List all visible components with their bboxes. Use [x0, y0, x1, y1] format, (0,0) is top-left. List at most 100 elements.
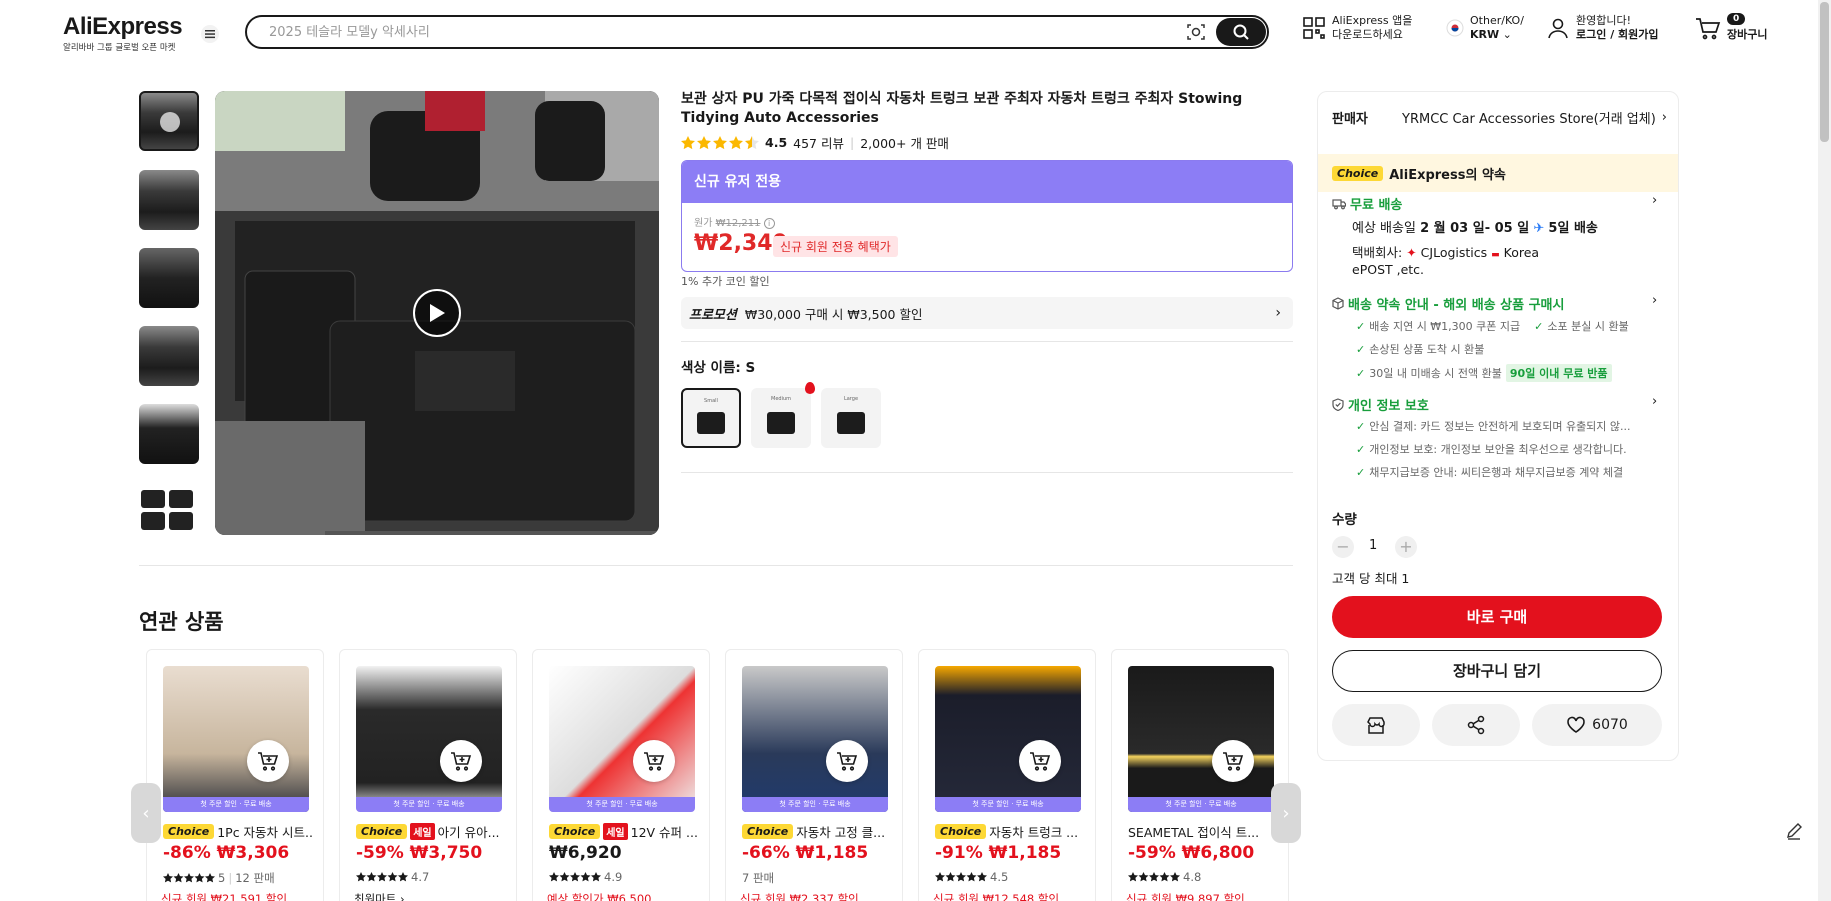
privacy-item: ✓ 안심 결제: 카드 정보는 안전하게 보호되며 유출되지 않...: [1356, 419, 1631, 434]
search-input[interactable]: [269, 22, 1149, 42]
privacy-title[interactable]: 개인 정보 보호: [1332, 395, 1429, 414]
sku-option-medium[interactable]: Medium: [751, 382, 815, 448]
welcome-text: 환영합니다!: [1576, 14, 1632, 27]
product-thumbnail[interactable]: 첫 주문 할인 · 무료 배송: [1128, 666, 1274, 812]
product-thumbnail[interactable]: 첫 주문 할인 · 무료 배송: [935, 666, 1081, 812]
purchase-limit: 고객 당 최대 1: [1332, 571, 1410, 586]
camera-search-icon[interactable]: [1186, 22, 1206, 42]
thumbnail-image[interactable]: [139, 170, 199, 230]
chevron-right-icon: ›: [1661, 110, 1667, 125]
related-product-card[interactable]: 첫 주문 할인 · 무료 배송 Choice 세일 12V 슈퍼 ... ₩6,…: [532, 649, 710, 901]
edit-icon: [1787, 823, 1802, 840]
product-name[interactable]: SEAMETAL 접이식 트...: [1128, 822, 1278, 841]
choice-badge: Choice: [742, 824, 794, 839]
related-product-card[interactable]: 첫 주문 할인 · 무료 배송 Choice 자동차 고정 클... -66% …: [725, 649, 903, 901]
related-product-card[interactable]: 첫 주문 할인 · 무료 배송 SEAMETAL 접이식 트... -59% ₩…: [1111, 649, 1289, 901]
divider: [139, 565, 1293, 566]
thumbnail-image[interactable]: [139, 248, 199, 308]
rating-row[interactable]: 4.5 457 리뷰 | 2,000+ 개 판매: [681, 133, 949, 152]
share-button[interactable]: [1432, 704, 1520, 746]
original-price: 원가 ₩12,211 i: [694, 214, 775, 229]
product-name[interactable]: Choice 세일 12V 슈퍼 ...: [549, 822, 699, 841]
add-to-cart-button[interactable]: 장바구니 담기: [1332, 650, 1662, 692]
thumbnail-image[interactable]: [139, 404, 199, 464]
chevron-right-icon[interactable]: ›: [1652, 394, 1657, 409]
chevron-right-icon[interactable]: ›: [1652, 293, 1657, 308]
product-name[interactable]: Choice 세일 아기 유아...: [356, 822, 506, 841]
add-to-cart-icon[interactable]: [633, 740, 675, 782]
product-thumbnail[interactable]: 첫 주문 할인 · 무료 배송: [549, 666, 695, 812]
play-video-button[interactable]: [413, 289, 461, 337]
carousel-next-button[interactable]: ›: [1271, 783, 1301, 843]
info-icon[interactable]: i: [763, 217, 775, 229]
product-thumbnail[interactable]: 첫 주문 할인 · 무료 배송: [742, 666, 888, 812]
color-label: 색상 이름: S: [681, 360, 756, 376]
promo-banner: 첫 주문 할인 · 무료 배송: [935, 797, 1081, 812]
carousel-prev-button[interactable]: ‹: [131, 783, 161, 843]
seller-name[interactable]: YRMCC Car Accessories Store(거래 업체): [1402, 108, 1656, 127]
free-shipping-title[interactable]: 무료 배송: [1332, 194, 1402, 213]
add-to-cart-icon[interactable]: [826, 740, 868, 782]
add-to-cart-icon[interactable]: [1212, 740, 1254, 782]
delivery-guarantee-title[interactable]: 배송 약속 안내 - 해외 배송 상품 구매시: [1332, 294, 1564, 313]
wishlist-button[interactable]: 6070: [1532, 704, 1662, 746]
cart-count: 0: [1727, 13, 1746, 25]
shield-icon: [1332, 398, 1344, 411]
thumbnail-image[interactable]: [139, 326, 199, 386]
product-name[interactable]: Choice 자동차 고정 클...: [742, 822, 892, 841]
product-thumbnail[interactable]: 첫 주문 할인 · 무료 배송: [356, 666, 502, 812]
scrollbar-thumb[interactable]: [1820, 2, 1829, 142]
quantity-decrease-button[interactable]: −: [1332, 536, 1354, 558]
cart-icon: [1696, 18, 1721, 40]
related-product-card[interactable]: 첫 주문 할인 · 무료 배송 Choice 자동차 트렁크 ... -91% …: [918, 649, 1096, 901]
thumbnail-image[interactable]: [139, 482, 199, 536]
login-link[interactable]: 로그인 / 회원가입: [1576, 28, 1659, 41]
review-count[interactable]: 457 리뷰: [793, 133, 844, 152]
promo-banner: 첫 주문 할인 · 무료 배송: [163, 797, 309, 812]
qr-code-icon: [1303, 17, 1325, 39]
account[interactable]: 환영합니다! 로그인 / 회원가입: [1546, 14, 1659, 42]
add-to-cart-icon[interactable]: [440, 740, 482, 782]
promo-banner: 첫 주문 할인 · 무료 배송: [549, 797, 695, 812]
related-product-card[interactable]: 첫 주문 할인 · 무료 배송 Choice 세일 아기 유아... -59% …: [339, 649, 517, 901]
app-download[interactable]: AliExpress 앱을 다운로드하세요: [1302, 14, 1424, 42]
sku-option-small[interactable]: Small: [681, 388, 741, 448]
product-name[interactable]: Choice 자동차 트렁크 ...: [935, 822, 1085, 841]
korea-flag-icon: [1446, 19, 1464, 37]
product-price: -91% ₩1,185: [935, 843, 1062, 863]
main-product-image[interactable]: [215, 91, 659, 535]
quantity-value[interactable]: 1: [1369, 538, 1377, 553]
cart[interactable]: 0 장바구니: [1695, 13, 1767, 42]
promotion-row[interactable]: 프로모션 ₩30,000 구매 시 ₩3,500 할인 ›: [681, 297, 1293, 329]
menu-icon[interactable]: [200, 24, 220, 44]
choice-badge: Choice: [356, 824, 408, 839]
product-subtext: 예상 할인가 ₩6,500: [547, 892, 652, 901]
store-icon: [1367, 717, 1385, 734]
related-product-card[interactable]: 첫 주문 할인 · 무료 배송 Choice 1Pc 자동차 시트... -86…: [146, 649, 324, 901]
choice-badge: Choice: [549, 824, 601, 839]
chevron-right-icon[interactable]: ›: [1652, 193, 1657, 208]
star-rating: [935, 872, 987, 882]
add-to-cart-icon[interactable]: [247, 740, 289, 782]
product-price: -66% ₩1,185: [742, 843, 869, 863]
product-name[interactable]: Choice 1Pc 자동차 시트...: [163, 822, 313, 841]
seller-row[interactable]: 판매자 YRMCC Car Accessories Store(거래 업체) ›: [1332, 108, 1667, 127]
aliexpress-logo[interactable]: AliExpress 알리바바 그룹 글로벌 오픈 마켓: [63, 14, 183, 54]
privacy-item: ✓ 개인정보 보호: 개인정보 보안을 최우선으로 생각합니다.: [1356, 442, 1627, 457]
product-thumbnail[interactable]: 첫 주문 할인 · 무료 배송: [163, 666, 309, 812]
product-price: -59% ₩3,750: [356, 843, 483, 863]
region-text: Other/KO/: [1470, 14, 1524, 27]
choice-badge: Choice: [163, 824, 215, 839]
region-selector[interactable]: Other/KO/KRW ⌄: [1446, 14, 1524, 42]
quantity-increase-button[interactable]: +: [1395, 536, 1417, 558]
play-icon: [160, 112, 180, 132]
add-to-cart-icon[interactable]: [1019, 740, 1061, 782]
thumbnail-video[interactable]: [139, 91, 199, 151]
buy-now-button[interactable]: 바로 구매: [1332, 596, 1662, 638]
sold-count: 2,000+ 개 판매: [860, 136, 949, 151]
search-button[interactable]: [1216, 18, 1266, 46]
user-icon: [1548, 18, 1568, 39]
store-button[interactable]: [1332, 704, 1420, 746]
feedback-button[interactable]: [1780, 817, 1808, 845]
sku-option-large[interactable]: Large: [821, 388, 881, 448]
